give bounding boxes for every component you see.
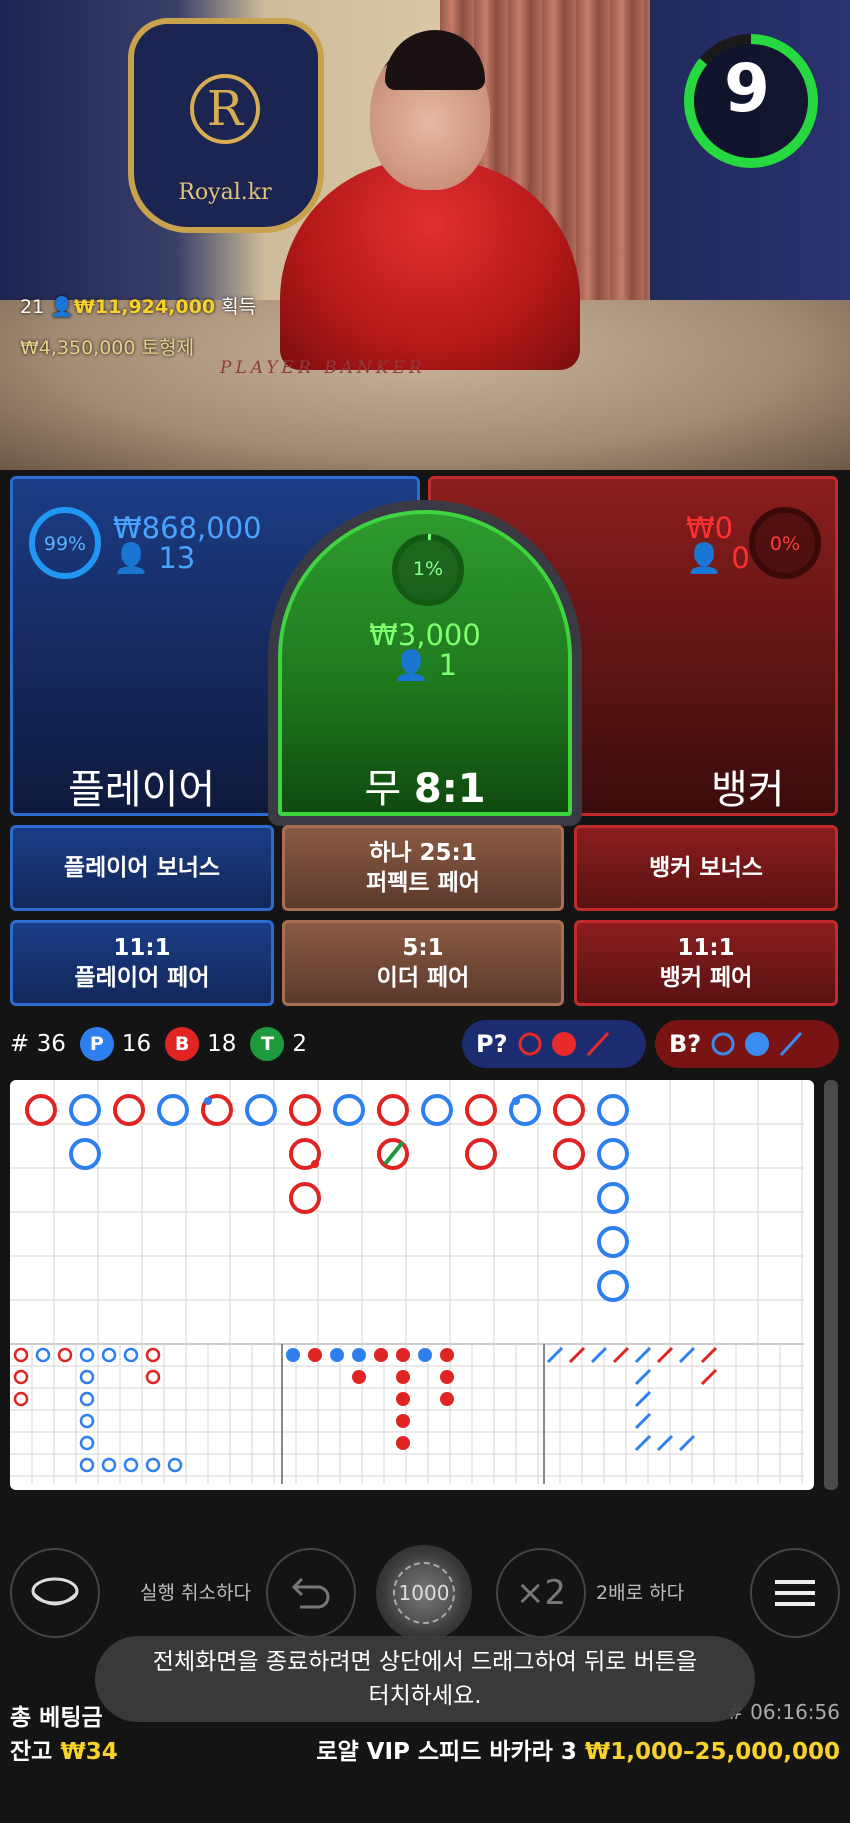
banker-pair-odds: 11:1	[677, 935, 735, 961]
banker-bonus-button[interactable]: 뱅커 보너스	[574, 825, 838, 911]
banker-bonus-label: 뱅커 보너스	[649, 855, 763, 881]
undo-label: 실행 취소하다	[140, 1582, 251, 1604]
win-amount: ₩11,924,000	[73, 296, 216, 318]
tie-amount: ₩3,000	[369, 618, 481, 652]
either-pair-button[interactable]: 5:1 이더 페어	[282, 920, 564, 1006]
tie-count-stat: 2	[292, 1031, 308, 1057]
player-bonus-label: 플레이어 보너스	[63, 855, 221, 881]
royal-logo-letter: R	[190, 74, 260, 144]
total-bet-label: 총 베팅금	[10, 1705, 103, 1731]
player-pair-odds: 11:1	[113, 935, 171, 961]
player-label: 플레이어	[68, 767, 216, 813]
table-name: 로얄 VIP 스피드 바카라 3	[316, 1739, 577, 1765]
double-button[interactable]: ×2	[496, 1548, 586, 1638]
table-info: 로얄 VIP 스피드 바카라 3 ₩1,000–25,000,000	[316, 1732, 840, 1766]
player-predict-button[interactable]: P?	[462, 1020, 646, 1068]
player-pair-button[interactable]: 11:1 플레이어 페어	[10, 920, 274, 1006]
tie-bet-area[interactable]: 1% ₩3,000 👤 1 무 8:1	[278, 510, 572, 816]
tie-percent: 1%	[412, 558, 444, 580]
table-print: PLAYER BANKER	[220, 358, 426, 378]
player-predict-label: P?	[476, 1030, 508, 1058]
road-scrollbar[interactable]	[824, 1080, 838, 1490]
winners-info: 21 👤₩11,924,000 획득	[20, 292, 256, 319]
player-bonus-button[interactable]: 플레이어 보너스	[10, 825, 274, 911]
person-icon: 👤	[393, 648, 430, 682]
perfect-pair-label: 퍼펙트 페어	[366, 870, 480, 896]
player-amount: ₩868,000	[113, 511, 262, 545]
either-pair-odds: 5:1	[402, 935, 444, 961]
round-number: # 36	[10, 1031, 66, 1057]
royal-logo-text: Royal.kr	[178, 180, 272, 205]
banker-pair-button[interactable]: 11:1 뱅커 페어	[574, 920, 838, 1006]
scoreboard-roads[interactable]	[10, 1080, 814, 1490]
tie-label-text: 무	[364, 766, 402, 812]
toast-line-1: 전체화면을 종료하려면 상단에서 드래그하여 뒤로 버튼을	[152, 1649, 698, 1675]
tie-label: 무 8:1	[282, 756, 568, 814]
person-icon: 👤	[113, 541, 150, 575]
road-grid	[10, 1080, 804, 1484]
player-count-value: 13	[158, 541, 196, 575]
person-icon: 👤	[50, 296, 74, 318]
tie-count-value: 1	[438, 648, 457, 682]
undo-button[interactable]	[266, 1548, 356, 1638]
banker-count-value: 0	[731, 541, 750, 575]
top-bet-amount: ₩4,350,000	[20, 337, 136, 359]
fullscreen-toast: 전체화면을 종료하려면 상단에서 드래그하여 뒤로 버튼을 터치하세요.	[95, 1636, 755, 1722]
banker-amount: ₩0	[686, 511, 734, 545]
banker-win-count: 18	[207, 1031, 237, 1057]
predict-icons	[711, 1031, 803, 1057]
player-count: 👤 13	[113, 541, 195, 576]
lobby-button[interactable]	[10, 1548, 100, 1638]
player-win-badge: P	[79, 1027, 114, 1061]
player-pair-label: 플레이어 페어	[74, 965, 210, 991]
balance-value: ₩34	[60, 1739, 118, 1765]
either-pair-label: 이더 페어	[376, 965, 470, 991]
tie-odds: 8:1	[413, 766, 486, 812]
banker-predict-button[interactable]: B?	[655, 1020, 839, 1068]
chip-selector[interactable]: 1000	[376, 1545, 472, 1641]
undo-icon	[291, 1577, 330, 1609]
banker-percent: 0%	[769, 533, 801, 555]
double-label: 2배로 하다	[596, 1582, 685, 1604]
balance-label: 잔고	[10, 1739, 53, 1765]
winners-count: 21	[20, 296, 45, 318]
toast-line-2: 터치하세요.	[368, 1683, 482, 1709]
banker-predict-label: B?	[669, 1030, 702, 1058]
banker-pair-label: 뱅커 페어	[659, 965, 753, 991]
banker-count: 👤 0	[686, 541, 750, 576]
predict-icons	[518, 1031, 609, 1057]
tie-count: 👤 1	[282, 648, 568, 683]
round-stats: # 36 P 16 B 18 T 2	[10, 1022, 307, 1066]
banker-win-badge: B	[165, 1027, 200, 1061]
tie-badge: T	[250, 1027, 285, 1061]
player-percent: 99%	[43, 533, 87, 555]
player-win-count: 16	[121, 1031, 152, 1057]
balance: 잔고 ₩34	[10, 1732, 118, 1766]
person-icon: 👤	[686, 541, 723, 575]
chip-value: 1000	[393, 1562, 455, 1624]
perfect-pair-button[interactable]: 하나 25:1 퍼펙트 페어	[282, 825, 564, 911]
win-label: 획득	[221, 296, 257, 318]
hamburger-icon	[775, 1580, 815, 1606]
top-bet-info: ₩4,350,000 토형제	[20, 333, 194, 360]
perfect-pair-odds: 하나 25:1	[369, 840, 477, 866]
banker-label: 뱅커	[711, 767, 785, 813]
table-icon	[31, 1577, 79, 1606]
countdown-number: 9	[724, 50, 770, 127]
double-icon: ×2	[515, 1573, 567, 1613]
table-limits: ₩1,000–25,000,000	[584, 1739, 840, 1765]
top-bet-label: 토형제	[141, 337, 194, 359]
menu-button[interactable]	[750, 1548, 840, 1638]
